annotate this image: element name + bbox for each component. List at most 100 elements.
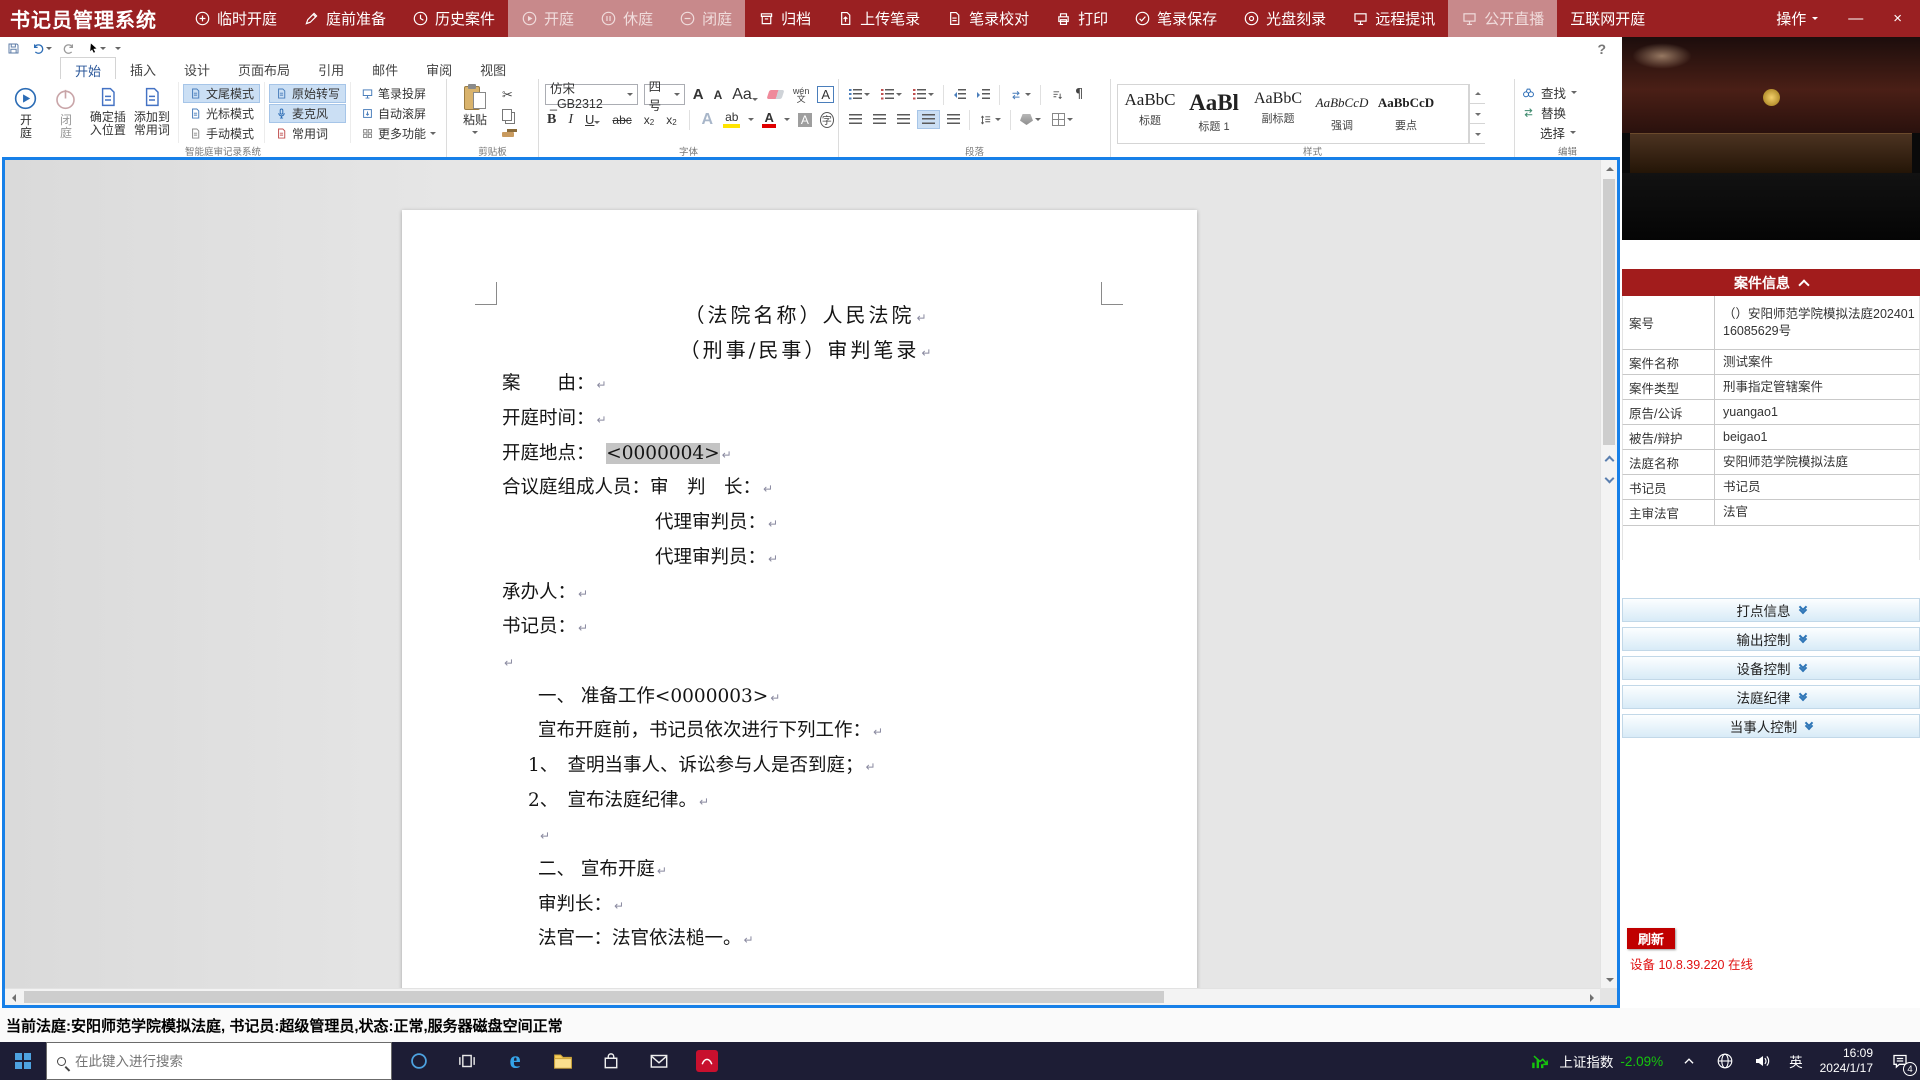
scroll-down-button[interactable]: [1601, 971, 1618, 988]
font-name-combo[interactable]: 仿宋_GB2312: [545, 84, 638, 105]
paste-button[interactable]: 粘贴: [453, 82, 497, 137]
style-item-keypoint[interactable]: AaBbCcD要点: [1374, 85, 1438, 143]
borders-button[interactable]: [1048, 110, 1077, 129]
topbar-item-disc-burn[interactable]: 光盘刻录: [1230, 0, 1339, 37]
courtroom-video-feed[interactable]: [1622, 37, 1920, 240]
case-info-header[interactable]: 案件信息: [1622, 269, 1920, 296]
taskbar-clock[interactable]: 16:09 2024/1/17: [1820, 1046, 1873, 1076]
panel-marker-info[interactable]: 打点信息: [1622, 598, 1920, 622]
strikethrough-button[interactable]: abc: [610, 112, 633, 128]
cut-button[interactable]: ✂: [502, 86, 514, 103]
vertical-scroll-thumb[interactable]: [1603, 179, 1615, 445]
open-court-button[interactable]: 开庭: [6, 82, 46, 140]
topbar-item-record-proofread[interactable]: 笔录校对: [933, 0, 1042, 37]
align-center-button[interactable]: [869, 110, 890, 129]
toggle-raw-transcribe[interactable]: 原始转写: [269, 84, 346, 103]
decrease-indent-button[interactable]: [949, 85, 970, 104]
search-input[interactable]: [75, 1054, 345, 1069]
touch-mode-button[interactable]: [86, 41, 106, 55]
help-button[interactable]: ?: [1597, 41, 1606, 57]
toggle-record-cast[interactable]: 笔录投屏: [355, 84, 442, 103]
stock-ticker-widget[interactable]: 上证指数 -2.09%: [1528, 1050, 1663, 1072]
sort-button[interactable]: [1046, 85, 1068, 104]
tab-insert[interactable]: 插入: [116, 57, 170, 79]
style-item-emphasis[interactable]: AaBbCcD强调: [1310, 85, 1374, 143]
justify-button[interactable]: [917, 110, 940, 129]
add-common-word-button[interactable]: 添加到常用词: [130, 82, 174, 137]
shading-button[interactable]: [1016, 110, 1045, 129]
tab-view[interactable]: 视图: [466, 57, 520, 79]
shrink-font-button[interactable]: A: [712, 87, 725, 103]
input-language-indicator[interactable]: 英: [1789, 1051, 1803, 1071]
mail-icon[interactable]: [646, 1046, 672, 1076]
tab-home[interactable]: 开始: [60, 57, 116, 79]
panel-party-control[interactable]: 当事人控制: [1622, 714, 1920, 738]
customize-qat-button[interactable]: [115, 44, 121, 53]
topbar-item-pretrial-prepare[interactable]: 庭前准备: [290, 0, 399, 37]
red-app-icon[interactable]: [694, 1046, 720, 1076]
horizontal-scrollbar[interactable]: [5, 988, 1600, 1005]
undo-button[interactable]: [30, 41, 52, 56]
show-marks-button[interactable]: ¶: [1071, 85, 1087, 104]
topbar-item-remote-interrogation[interactable]: 远程提讯: [1339, 0, 1448, 37]
text-effects-button[interactable]: A: [700, 110, 716, 130]
operation-menu[interactable]: 操作: [1776, 8, 1818, 29]
styles-scroll-down[interactable]: [1470, 104, 1485, 124]
topbar-item-history-cases[interactable]: 历史案件: [399, 0, 508, 37]
numbering-button[interactable]: [877, 85, 906, 104]
task-view-icon[interactable]: [454, 1046, 480, 1076]
topbar-item-upload-record[interactable]: 上传笔录: [824, 0, 933, 37]
document-page[interactable]: （法院名称）人民法院↵ （刑事/民事）审判笔录↵ 案 由：↵ 开庭时间：↵ 开庭…: [402, 210, 1197, 988]
highlight-color-button[interactable]: ab: [723, 111, 740, 128]
replace-button[interactable]: 替换: [1521, 102, 1616, 122]
taskbar-search[interactable]: [46, 1042, 392, 1080]
refresh-button[interactable]: 刷新: [1627, 928, 1675, 949]
panel-court-discipline[interactable]: 法庭纪律: [1622, 685, 1920, 709]
topbar-item-print[interactable]: 打印: [1042, 0, 1121, 37]
edge-browser-icon[interactable]: e: [502, 1046, 528, 1076]
asian-layout-button[interactable]: [1005, 85, 1035, 104]
ms-store-icon[interactable]: [598, 1046, 624, 1076]
toggle-manual-mode[interactable]: 手动模式: [183, 124, 260, 143]
styles-gallery-more[interactable]: [1470, 124, 1485, 144]
tab-review[interactable]: 审阅: [412, 57, 466, 79]
increase-indent-button[interactable]: [973, 85, 994, 104]
style-item-heading1[interactable]: AaBl标题 1: [1182, 85, 1246, 143]
minimize-button[interactable]: —: [1848, 10, 1863, 27]
font-color-button[interactable]: A: [762, 111, 775, 128]
align-left-button[interactable]: [845, 110, 866, 129]
file-explorer-icon[interactable]: [550, 1046, 576, 1076]
multilevel-list-button[interactable]: [909, 85, 938, 104]
topbar-item-internet-court[interactable]: 互联网开庭: [1557, 0, 1658, 37]
scroll-up-button[interactable]: [1601, 160, 1618, 177]
scroll-right-button[interactable]: [1583, 989, 1600, 1006]
tab-mailings[interactable]: 邮件: [358, 57, 412, 79]
topbar-item-archive[interactable]: 归档: [745, 0, 824, 37]
action-center-button[interactable]: 4: [1890, 1051, 1910, 1071]
grow-font-button[interactable]: A: [691, 85, 706, 104]
clear-formatting-button[interactable]: [766, 89, 785, 100]
volume-icon[interactable]: [1752, 1051, 1772, 1071]
panel-output-control[interactable]: 输出控制: [1622, 627, 1920, 651]
style-item-title[interactable]: AaBbC标题: [1118, 85, 1182, 143]
bold-button[interactable]: B: [545, 111, 558, 129]
distribute-button[interactable]: [943, 110, 964, 129]
topbar-item-record-save[interactable]: 笔录保存: [1121, 0, 1230, 37]
italic-button[interactable]: I: [566, 111, 575, 129]
scroll-left-button[interactable]: [5, 989, 22, 1006]
previous-page-button[interactable]: [1601, 452, 1618, 469]
bullets-button[interactable]: [845, 85, 874, 104]
tab-references[interactable]: 引用: [304, 57, 358, 79]
horizontal-scroll-thumb[interactable]: [24, 991, 1164, 1003]
save-button[interactable]: [6, 41, 21, 56]
toggle-docend-mode[interactable]: 文尾模式: [183, 84, 260, 103]
toggle-cursor-mode[interactable]: 光标模式: [183, 104, 260, 123]
tab-page-layout[interactable]: 页面布局: [224, 57, 304, 79]
select-button[interactable]: 选择: [1521, 122, 1616, 142]
cortana-icon[interactable]: [406, 1046, 432, 1076]
change-case-button[interactable]: Aa: [730, 85, 760, 105]
panel-device-control[interactable]: 设备控制: [1622, 656, 1920, 680]
toggle-microphone[interactable]: 麦克风: [269, 104, 346, 123]
more-functions-button[interactable]: 更多功能: [355, 124, 442, 143]
vertical-scrollbar[interactable]: [1600, 160, 1617, 988]
